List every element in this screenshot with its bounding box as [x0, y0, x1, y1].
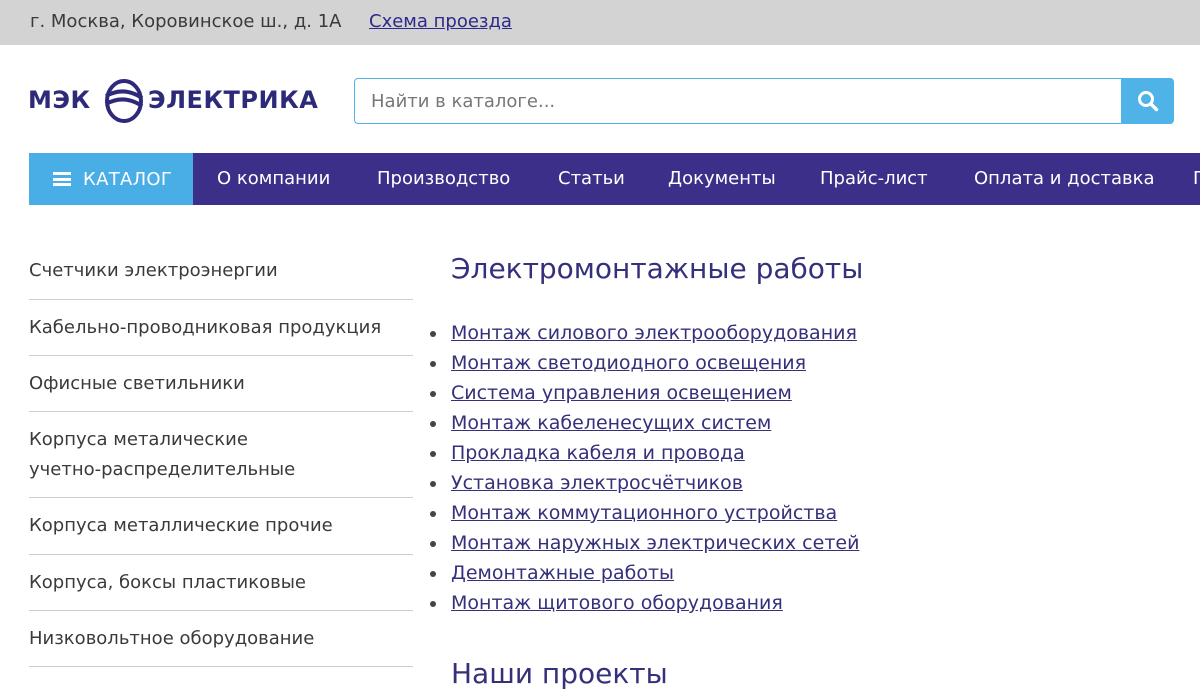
service-link[interactable]: Монтаж силового электрооборудования: [451, 322, 857, 344]
sidebar-item-low-voltage[interactable]: Низковольтное оборудование: [29, 611, 413, 667]
sidebar-item-plastic-boxes[interactable]: Корпуса, боксы пластиковые: [29, 555, 413, 611]
nav-item-about[interactable]: О компании: [217, 153, 330, 205]
list-item: Монтаж кабеленесущих систем: [429, 408, 859, 438]
main-content: Электромонтажные работы Монтаж силового …: [429, 248, 1191, 690]
company-logo[interactable]: МЭК ЭЛЕКТРИКА: [28, 78, 328, 124]
list-item: Монтаж щитового оборудования: [429, 588, 859, 618]
logo-text-elektrika: ЭЛЕКТРИКА: [148, 86, 319, 114]
service-link[interactable]: Монтаж светодиодного освещения: [451, 352, 806, 374]
list-item: Монтаж светодиодного освещения: [429, 348, 859, 378]
sidebar-item-metal-distribution-cases[interactable]: Корпуса металические учетно-распределите…: [29, 412, 413, 498]
list-item: Прокладка кабеля и провода: [429, 438, 859, 468]
nav-item-articles[interactable]: Статьи: [558, 153, 625, 205]
top-info-bar: г. Москва, Коровинское ш., д. 1А Схема п…: [0, 0, 1200, 45]
sidebar-item-meters[interactable]: Счетчики электроэнергии: [29, 243, 413, 300]
header-contact-fragment: [1193, 84, 1200, 124]
service-link[interactable]: Система управления освещением: [451, 382, 792, 404]
hamburger-icon: [53, 172, 71, 186]
nav-item-production[interactable]: Производство: [377, 153, 510, 205]
nav-item-more[interactable]: П: [1193, 153, 1200, 205]
sidebar-item-metal-other-cases[interactable]: Корпуса металлические прочие: [29, 498, 413, 555]
list-item: Установка электросчётчиков: [429, 468, 859, 498]
list-item: Монтаж наружных электрических сетей: [429, 528, 859, 558]
catalog-search: [354, 78, 1174, 124]
list-item: Система управления освещением: [429, 378, 859, 408]
list-item: Монтаж силового электрооборудования: [429, 318, 859, 348]
search-input[interactable]: [354, 78, 1122, 124]
sidebar-item-cables[interactable]: Кабельно-проводниковая продукция: [29, 300, 413, 356]
address-text: г. Москва, Коровинское ш., д. 1А: [30, 11, 342, 32]
service-link[interactable]: Монтаж кабеленесущих систем: [451, 412, 771, 434]
list-item: Монтаж коммутационного устройства: [429, 498, 859, 528]
projects-heading: Наши проекты: [451, 657, 668, 690]
logo-text-mek: МЭК: [28, 86, 91, 114]
logo-swirl-icon: [105, 79, 144, 123]
main-navigation: КАТАЛОГ О компании Производство Статьи Д…: [29, 153, 1200, 205]
route-map-link[interactable]: Схема проезда: [369, 11, 512, 32]
sidebar-item-office-lights[interactable]: Офисные светильники: [29, 356, 413, 412]
nav-item-pricelist[interactable]: Прайс-лист: [820, 153, 928, 205]
search-icon: [1138, 91, 1159, 112]
nav-item-documents[interactable]: Документы: [668, 153, 776, 205]
nav-item-payment-delivery[interactable]: Оплата и доставка: [974, 153, 1155, 205]
service-link[interactable]: Установка электросчётчиков: [451, 472, 743, 494]
catalog-label: КАТАЛОГ: [83, 168, 173, 190]
service-link[interactable]: Демонтажные работы: [451, 562, 674, 584]
service-link[interactable]: Монтаж наружных электрических сетей: [451, 532, 859, 554]
service-link[interactable]: Монтаж коммутационного устройства: [451, 502, 837, 524]
search-button[interactable]: [1122, 78, 1174, 124]
services-list: Монтаж силового электрооборудования Монт…: [429, 318, 859, 618]
catalog-menu-button[interactable]: КАТАЛОГ: [29, 153, 193, 205]
service-link[interactable]: Прокладка кабеля и провода: [451, 442, 745, 464]
service-link[interactable]: Монтаж щитового оборудования: [451, 592, 783, 614]
list-item: Демонтажные работы: [429, 558, 859, 588]
catalog-sidebar: Счетчики электроэнергии Кабельно-проводн…: [29, 243, 413, 667]
page-title: Электромонтажные работы: [451, 252, 864, 285]
